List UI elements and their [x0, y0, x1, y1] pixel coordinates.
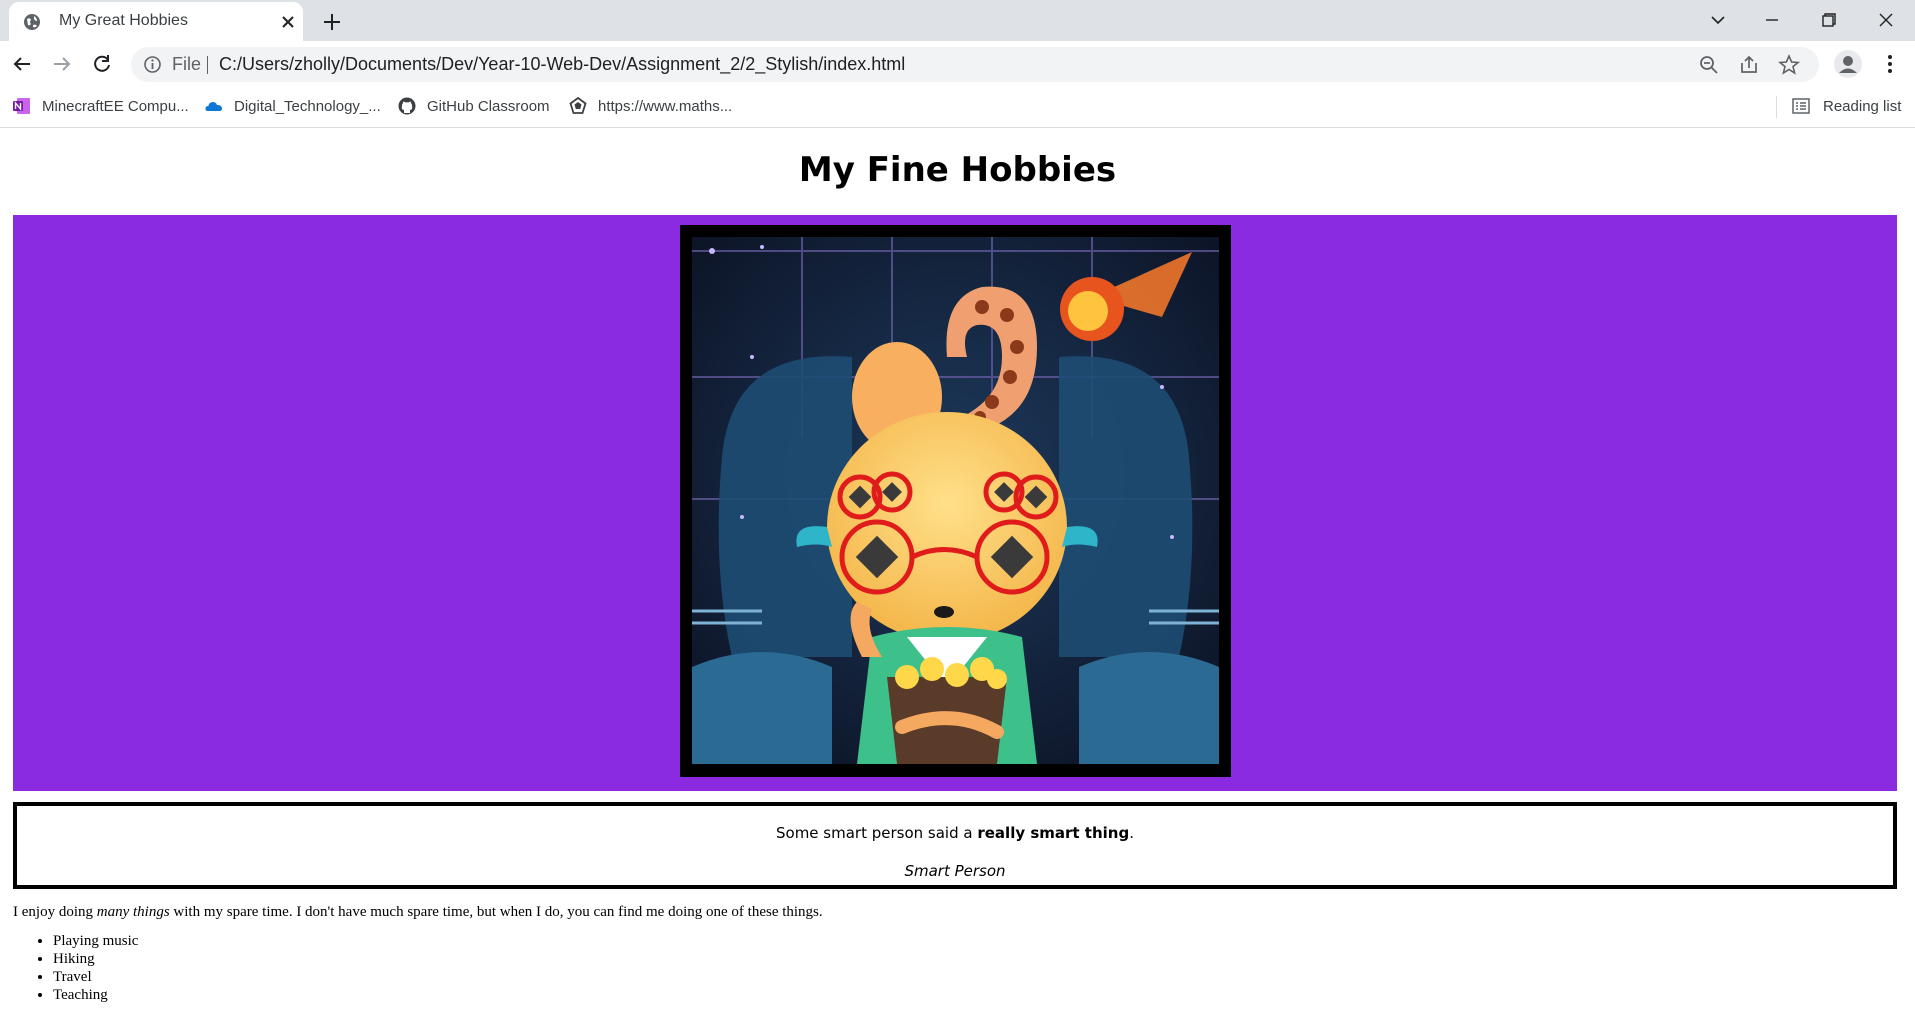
browser-tab[interactable]: My Great Hobbies [9, 2, 303, 41]
page-viewport: My Fine Hobbies Some smart person said a… [0, 128, 1915, 1029]
window-close-icon[interactable] [1870, 6, 1902, 34]
bookmark-item[interactable]: https://www.maths... [568, 94, 732, 118]
list-item: Travel [53, 968, 138, 986]
intro-emphasis: many things [96, 904, 170, 920]
list-item: Playing music [53, 932, 138, 950]
hobby-list: Playing music Hiking Travel Teaching [13, 932, 138, 1004]
quote-emphasis: really smart thing [977, 824, 1130, 842]
quote-text-end: . [1129, 824, 1134, 842]
more-menu-icon[interactable] [1878, 51, 1902, 77]
tab-search-chevron-icon[interactable] [1702, 6, 1734, 34]
bookmark-label: Digital_Technology_... [234, 97, 381, 115]
restore-icon[interactable] [1812, 6, 1844, 34]
divider [207, 56, 208, 74]
list-item: Teaching [53, 986, 138, 1004]
info-icon[interactable] [143, 55, 162, 74]
globe-icon [24, 14, 40, 30]
bookmark-item[interactable]: GitHub Classroom [397, 94, 550, 118]
hero-image-frame [680, 225, 1231, 777]
profile-avatar[interactable] [1834, 50, 1862, 78]
reading-list-label: Reading list [1823, 97, 1902, 115]
quote-citation: Smart Person [904, 862, 1006, 880]
scheme-label: File [172, 54, 202, 74]
quote-text-start: Some smart person said a [776, 824, 978, 842]
hero-illustration [692, 237, 1219, 764]
person-icon [1839, 56, 1857, 73]
site-icon [569, 96, 587, 114]
tab-strip: My Great Hobbies [0, 0, 1915, 41]
hero-banner [13, 215, 1897, 791]
intro-text-start: I enjoy doing [13, 904, 97, 920]
intro-paragraph: I enjoy doing many things with my spare … [13, 904, 823, 921]
new-tab-plus-icon[interactable] [320, 10, 344, 34]
quote-text: Some smart person said a really smart th… [17, 824, 1893, 842]
onenote-icon [13, 98, 30, 114]
forward-arrow-icon[interactable] [49, 51, 75, 77]
close-icon[interactable] [277, 11, 299, 33]
bookmark-label: GitHub Classroom [427, 97, 550, 115]
zoom-icon[interactable] [1697, 53, 1721, 77]
page-title: My Fine Hobbies [798, 150, 1117, 190]
bookmarks-bar: MinecraftEE Compu... Digital_Technology_… [0, 87, 1915, 128]
reload-icon[interactable] [89, 51, 115, 77]
back-arrow-icon[interactable] [9, 51, 35, 77]
reading-list-button[interactable]: Reading list [1791, 94, 1901, 118]
intro-text-end: with my spare time. I don't have much sp… [169, 904, 823, 920]
bookmark-label: MinecraftEE Compu... [42, 97, 189, 115]
address-bar[interactable]: File C:/Users/zholly/Documents/Dev/Year-… [131, 47, 1819, 82]
bookmark-item[interactable]: Digital_Technology_... [204, 94, 381, 118]
bookmark-label: https://www.maths... [598, 97, 733, 115]
browser-toolbar: File C:/Users/zholly/Documents/Dev/Year-… [0, 41, 1915, 87]
reading-list-icon [1792, 98, 1810, 114]
url-text[interactable]: C:/Users/zholly/Documents/Dev/Year-10-We… [219, 54, 905, 75]
github-icon [398, 97, 416, 115]
onedrive-icon [205, 102, 223, 111]
bookmark-item[interactable]: MinecraftEE Compu... [12, 94, 189, 118]
share-icon[interactable] [1737, 53, 1761, 77]
divider [1776, 96, 1777, 118]
bookmark-star-icon[interactable] [1777, 53, 1801, 77]
list-item: Hiking [53, 950, 138, 968]
tab-title: My Great Hobbies [59, 12, 188, 29]
minimize-icon[interactable] [1756, 6, 1788, 34]
quote-box: Some smart person said a really smart th… [13, 802, 1897, 889]
